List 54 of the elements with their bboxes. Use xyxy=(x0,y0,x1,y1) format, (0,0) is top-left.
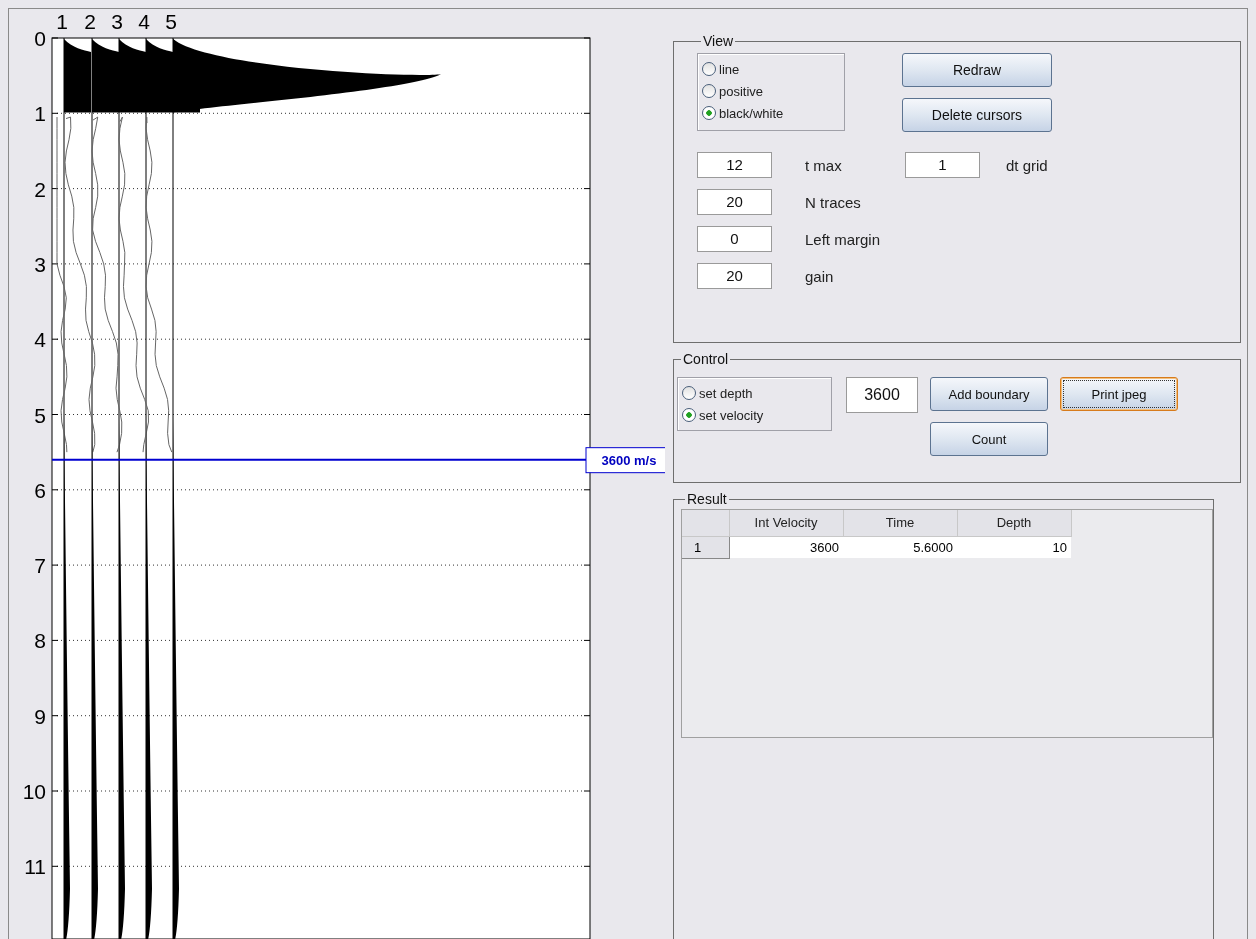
tick-label: 6 xyxy=(34,478,46,502)
radio-label[interactable]: positive xyxy=(719,83,764,99)
input-field[interactable]: 20 xyxy=(697,263,772,289)
input-field[interactable]: 1 xyxy=(905,152,980,178)
row-header: 1 xyxy=(682,536,729,558)
field-label: Left margin xyxy=(805,230,881,248)
tick-label: 7 xyxy=(34,554,46,578)
trace-label: 3 xyxy=(111,10,123,33)
radio-label[interactable]: set depth xyxy=(699,385,753,401)
table-cell: 5.6000 xyxy=(843,536,957,558)
input-field[interactable]: 12 xyxy=(697,152,772,178)
button[interactable]: Add boundary xyxy=(930,377,1048,411)
field-label: N traces xyxy=(805,193,861,211)
input-field[interactable]: 0 xyxy=(697,226,772,252)
button[interactable]: Print jpeg xyxy=(1060,377,1178,411)
field-label: t max xyxy=(805,156,842,174)
trace-label: 1 xyxy=(56,10,68,33)
radio-button[interactable] xyxy=(702,106,716,120)
button[interactable]: Count xyxy=(930,422,1048,456)
table-cell: 10 xyxy=(957,536,1071,558)
radio-button[interactable] xyxy=(682,386,696,400)
cursor-label: 3600 m/s xyxy=(601,452,657,468)
tick-label: 10 xyxy=(22,780,46,803)
radio-button[interactable] xyxy=(702,62,716,76)
button[interactable]: Delete cursors xyxy=(902,98,1052,132)
input-field[interactable]: 20 xyxy=(697,189,772,215)
tick-label: 5 xyxy=(34,403,46,427)
trace-label: 2 xyxy=(84,10,96,33)
field-label: gain xyxy=(805,267,834,285)
panel-title: View xyxy=(702,33,735,49)
radio-label[interactable]: line xyxy=(719,61,740,77)
tick-label: 8 xyxy=(34,629,46,653)
tick-label: 2 xyxy=(34,177,46,201)
radio-label[interactable]: black/white xyxy=(719,105,784,121)
trace-label: 4 xyxy=(138,10,150,33)
panel-title: Result xyxy=(686,491,728,507)
tick-label: 3 xyxy=(34,252,46,276)
velocity-field[interactable]: 3600 xyxy=(846,377,918,413)
trace-label: 5 xyxy=(165,10,177,33)
column-header: Int Velocity xyxy=(729,510,843,536)
column-header: Depth xyxy=(957,510,1071,536)
button[interactable]: Redraw xyxy=(902,53,1052,87)
tick-label: 4 xyxy=(34,328,46,352)
radio-button[interactable] xyxy=(702,84,716,98)
cursor-line[interactable] xyxy=(51,458,587,461)
radio-button[interactable] xyxy=(682,408,696,422)
field-label: dt grid xyxy=(1006,156,1048,174)
column-header: Time xyxy=(843,510,957,536)
tick-label: 9 xyxy=(34,704,46,728)
panel-title: Control xyxy=(682,351,730,367)
tick-label: 1 xyxy=(34,102,46,126)
tick-label: 0 xyxy=(34,27,46,50)
tick-label: 11 xyxy=(24,855,46,879)
radio-label[interactable]: set velocity xyxy=(699,407,764,423)
